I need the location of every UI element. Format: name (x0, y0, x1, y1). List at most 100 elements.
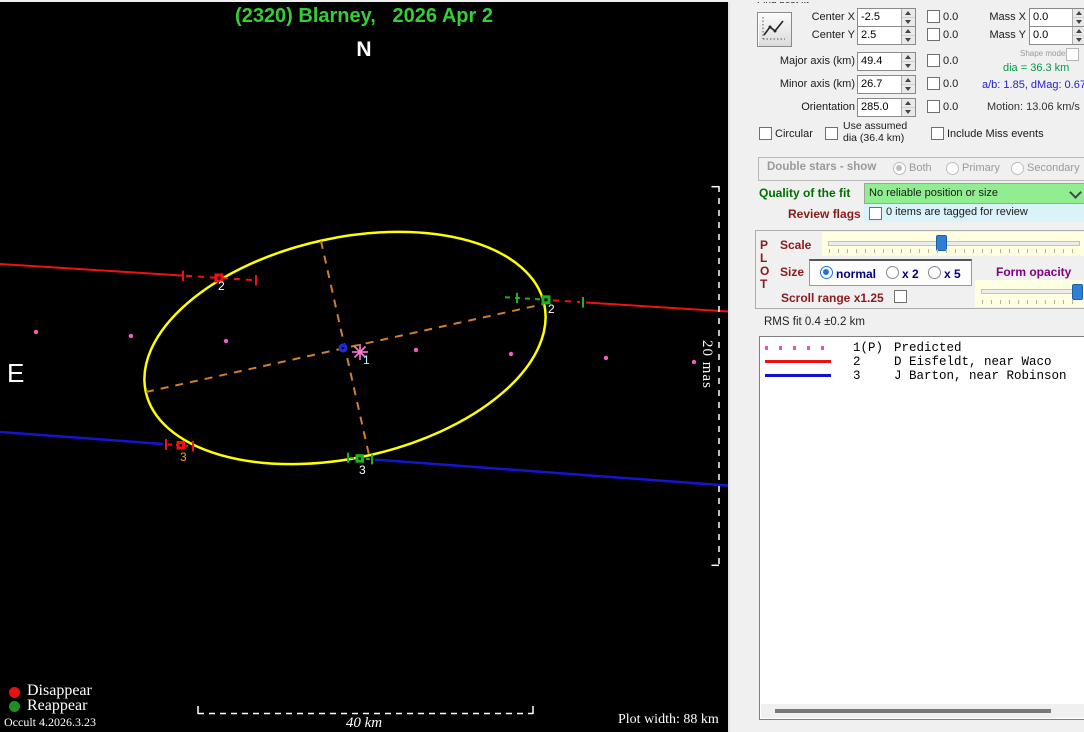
spin-up-icon[interactable] (902, 53, 915, 62)
size-x2-radio[interactable] (886, 266, 899, 279)
list-hscrollbar-thumb[interactable] (775, 709, 1051, 713)
major-axis-lock-checkbox[interactable] (927, 54, 940, 67)
chord2-label-left: 2 (218, 279, 225, 293)
observer-row-name[interactable]: J Barton, near Robinson (894, 369, 1067, 383)
size-normal-radio[interactable] (820, 266, 833, 279)
scale-label: Scale (780, 238, 811, 252)
quality-dropdown[interactable]: No reliable position or size (864, 183, 1084, 204)
circular-label: Circular (775, 128, 813, 140)
center-y-label: Center Y (772, 29, 855, 41)
mass-x-label: Mass X (988, 11, 1026, 23)
reappear-dot-icon (9, 701, 20, 712)
double-stars-primary-label: Primary (962, 162, 1000, 174)
legend-reappear: Reappear (27, 697, 87, 715)
size-x5-label: x 5 (944, 267, 961, 281)
center-y-spinner[interactable]: 2.5 (857, 26, 916, 45)
use-assumed-label-1: Use assumed (843, 120, 907, 132)
plot-letter-l: L (760, 251, 767, 265)
plot-letter-t: T (760, 277, 767, 291)
predicted-sample-dots (765, 346, 833, 350)
size-radio-group: normal x 2 x 5 (809, 259, 972, 286)
derived-ab-dmag: a/b: 1.85, dMag: 0.67 (982, 79, 1084, 91)
double-stars-secondary-label: Secondary (1027, 162, 1080, 174)
spin-down-icon[interactable] (1073, 18, 1084, 26)
size-label: Size (780, 265, 804, 279)
use-assumed-checkbox[interactable] (825, 127, 838, 140)
scale-slider[interactable] (822, 232, 1084, 256)
double-stars-primary-radio[interactable] (946, 162, 959, 175)
observer-list[interactable]: 1(P) Predicted 2 D Eisfeldt, near Waco 3… (759, 336, 1084, 720)
size-x5-radio[interactable] (928, 266, 941, 279)
scale-bar (198, 706, 533, 714)
spin-down-icon[interactable] (902, 62, 915, 70)
shape-model-checkbox[interactable] (1066, 48, 1079, 61)
double-stars-both-radio[interactable] (893, 162, 906, 175)
minor-axis-label: Minor axis (km) (772, 78, 855, 90)
quality-value: No reliable position or size (869, 187, 998, 199)
form-opacity-slider-thumb[interactable] (1072, 284, 1083, 300)
orientation-lock-value: 0.0 (943, 101, 958, 113)
motion-label: Motion: 13.06 km/s (987, 101, 1080, 113)
occultation-plot[interactable]: (2320) Blarney, 2026 Apr 2 N E 20 mas 40… (0, 0, 728, 732)
center-x-lock-value: 0.0 (943, 11, 958, 23)
spin-up-icon[interactable] (902, 99, 915, 108)
spin-up-icon[interactable] (1073, 9, 1084, 18)
review-flags-box: 0 items are tagged for review (864, 204, 1084, 222)
double-stars-secondary-radio[interactable] (1011, 162, 1024, 175)
chord3-label-left: 3 (180, 450, 187, 464)
chord2-label-right: 2 (548, 302, 555, 316)
plot-letter-o: O (760, 264, 769, 278)
chord2-sample-line (765, 360, 831, 363)
double-stars-label: Double stars - show (767, 161, 876, 173)
mass-y-spinner[interactable]: 0.0 (1029, 26, 1084, 45)
observer-row-num[interactable]: 1(P) (853, 341, 883, 355)
east-label: E (7, 358, 24, 389)
disappear-dot-icon (9, 687, 20, 698)
mass-x-spinner[interactable]: 0.0 (1029, 8, 1084, 27)
observer-row-num[interactable]: 2 (853, 355, 861, 369)
orientation-label: Orientation (772, 101, 855, 113)
spin-down-icon[interactable] (902, 108, 915, 116)
minor-axis-spinner[interactable]: 26.7 (857, 75, 916, 94)
scroll-range-checkbox[interactable] (894, 290, 907, 303)
review-flags-label: Review flags (788, 207, 861, 221)
plot-letter-p: P (760, 238, 768, 252)
dropdown-arrow-icon (1069, 186, 1082, 199)
list-hscrollbar[interactable] (761, 704, 1084, 718)
form-opacity-slider[interactable] (975, 280, 1084, 307)
rms-fit-label: RMS fit 0.4 ±0.2 km (764, 316, 865, 328)
minor-axis-lock-checkbox[interactable] (927, 77, 940, 90)
minor-axis-lock-value: 0.0 (943, 78, 958, 90)
double-stars-both-label: Both (909, 162, 932, 174)
spin-down-icon[interactable] (902, 85, 915, 93)
center-y-lock-checkbox[interactable] (927, 28, 940, 41)
major-axis-label: Major axis (km) (772, 55, 855, 67)
fit-control-panel: Find best fit Center X Center Y Major ax… (728, 0, 1084, 732)
orientation-spinner[interactable]: 285.0 (857, 98, 916, 117)
chord3-sample-line (765, 374, 831, 377)
spin-down-icon[interactable] (902, 36, 915, 44)
review-flags-value: 0 items are tagged for review (886, 206, 1028, 218)
include-miss-checkbox[interactable] (931, 127, 944, 140)
window-top-edge (0, 0, 1084, 2)
circular-checkbox[interactable] (759, 127, 772, 140)
spin-up-icon[interactable] (902, 76, 915, 85)
center-x-label: Center X (772, 11, 855, 23)
spin-up-icon[interactable] (902, 9, 915, 18)
observer-row-name[interactable]: Predicted (894, 341, 962, 355)
observer-row-num[interactable]: 3 (853, 369, 861, 383)
spin-up-icon[interactable] (1073, 27, 1084, 36)
major-axis-spinner[interactable]: 49.4 (857, 52, 916, 71)
quality-label: Quality of the fit (759, 186, 850, 200)
center-x-spinner[interactable]: -2.5 (857, 8, 916, 27)
spin-down-icon[interactable] (902, 18, 915, 26)
chord3-label-right: 3 (359, 463, 366, 477)
review-flags-checkbox[interactable] (869, 207, 882, 220)
derived-diameter: dia = 36.3 km (1003, 62, 1069, 74)
center-x-lock-checkbox[interactable] (927, 10, 940, 23)
orientation-lock-checkbox[interactable] (927, 100, 940, 113)
scroll-range-label: Scroll range x1.25 (781, 291, 884, 305)
observer-row-name[interactable]: D Eisfeldt, near Waco (894, 355, 1052, 369)
spin-down-icon[interactable] (1073, 36, 1084, 44)
spin-up-icon[interactable] (902, 27, 915, 36)
